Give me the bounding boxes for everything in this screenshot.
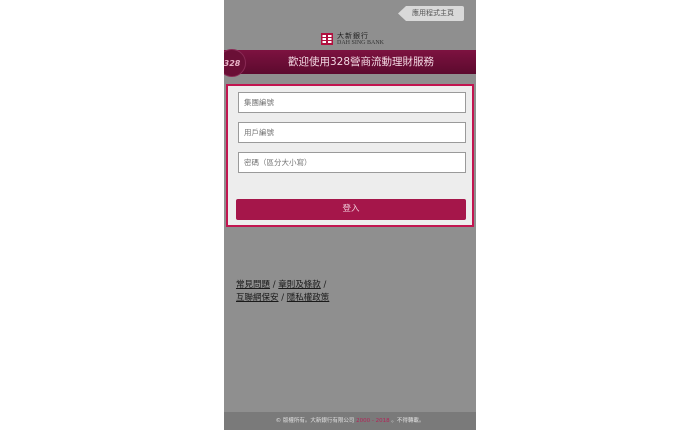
password-input[interactable] <box>238 152 466 173</box>
328-badge-icon: 328 <box>224 49 246 77</box>
bank-logo-icon <box>321 33 333 45</box>
footer-links: 常見問題 / 章則及條款 / 互聯網保安 / 隱私權政策 <box>236 279 329 305</box>
copyright-years: 2000 - 2018 <box>356 418 390 424</box>
login-button[interactable]: 登入 <box>236 199 466 220</box>
copyright-suffix: 。不得轉載。 <box>389 418 425 424</box>
security-link[interactable]: 互聯網保安 <box>236 293 279 303</box>
welcome-banner: 328 歡迎使用328營商流動理財服務 <box>224 49 476 77</box>
group-id-input[interactable] <box>238 92 466 113</box>
faq-link[interactable]: 常見問題 <box>236 280 270 290</box>
logo-text-chinese: 大新銀行 <box>337 31 369 40</box>
mobile-viewport: 應用程式主頁 大新銀行 DAH SING BANK 328 歡迎使用328營商流… <box>224 0 476 430</box>
user-id-input[interactable] <box>238 122 466 143</box>
link-separator: / <box>278 293 287 303</box>
banner-title: 歡迎使用328營商流動理財服務 <box>287 56 435 68</box>
dah-sing-bank-logo: 大新銀行 DAH SING BANK <box>321 31 384 47</box>
login-form: 登入 <box>226 84 474 227</box>
app-home-button[interactable]: 應用程式主頁 <box>398 6 464 21</box>
copyright-footer: © 版權所有。大新銀行有限公司 2000 - 2018 。不得轉載。 <box>224 412 476 430</box>
privacy-link[interactable]: 隱私權政策 <box>287 293 330 303</box>
copyright-prefix: © 版權所有。大新銀行有限公司 <box>275 418 357 424</box>
terms-link[interactable]: 章則及條款 <box>278 280 321 290</box>
link-separator: / <box>320 280 327 290</box>
logo-text-english: DAH SING BANK <box>337 39 385 46</box>
